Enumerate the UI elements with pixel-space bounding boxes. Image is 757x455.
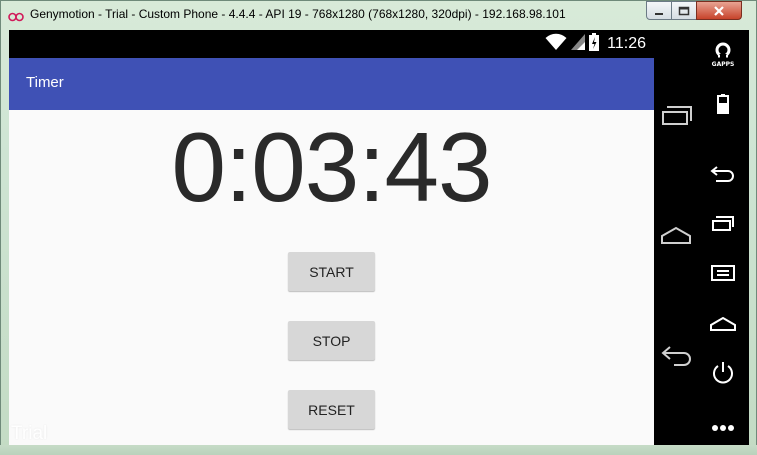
window-titlebar[interactable]: Genymotion - Trial - Custom Phone - 4.4.… [0, 0, 757, 30]
reset-button[interactable]: RESET [288, 390, 375, 429]
recent-apps-icon [711, 216, 735, 236]
app-title: Timer [26, 74, 64, 91]
menu-icon [711, 265, 735, 285]
recent-apps-button[interactable] [697, 216, 749, 236]
stop-button[interactable]: STOP [288, 321, 375, 360]
maximize-button[interactable] [671, 1, 697, 20]
battery-icon [589, 33, 600, 55]
back-icon [710, 166, 736, 188]
wifi-icon [545, 33, 567, 55]
home-icon [710, 316, 736, 335]
back-button[interactable] [697, 166, 749, 188]
trial-watermark: Trial [11, 423, 48, 444]
start-button[interactable]: START [288, 252, 375, 291]
battery-icon [717, 94, 729, 118]
window-title: Genymotion - Trial - Custom Phone - 4.4.… [30, 7, 566, 21]
minimize-icon [654, 1, 664, 20]
back-icon[interactable] [660, 345, 694, 371]
status-icons: 11:26 [545, 33, 646, 55]
genymotion-toolbar: GAPPS [697, 30, 749, 445]
menu-button[interactable] [697, 265, 749, 285]
minimize-button[interactable] [646, 1, 672, 20]
home-button[interactable] [697, 316, 749, 335]
timer-display: 0:03:43 [171, 112, 493, 222]
more-icon [711, 417, 735, 436]
phone-screen: 11:26 Timer 0:03:43 START STOP RESET Tri… [9, 30, 654, 445]
signal-icon [571, 34, 586, 54]
status-time: 11:26 [607, 35, 646, 52]
status-bar: 11:26 [9, 30, 654, 58]
home-icon[interactable] [660, 225, 692, 251]
app-toolbar: Timer [9, 58, 654, 110]
close-button[interactable] [696, 1, 742, 20]
more-button[interactable] [697, 417, 749, 436]
recent-apps-icon[interactable] [661, 105, 693, 131]
power-button[interactable] [697, 360, 749, 388]
gapps-label: GAPPS [711, 61, 735, 68]
genymotion-logo-icon [8, 8, 24, 22]
power-icon [711, 360, 735, 388]
window-bottom-border [0, 445, 757, 455]
battery-widget-button[interactable] [697, 94, 749, 118]
close-icon [713, 1, 725, 20]
maximize-icon [678, 1, 690, 20]
phone-navigation-bar [654, 30, 697, 445]
